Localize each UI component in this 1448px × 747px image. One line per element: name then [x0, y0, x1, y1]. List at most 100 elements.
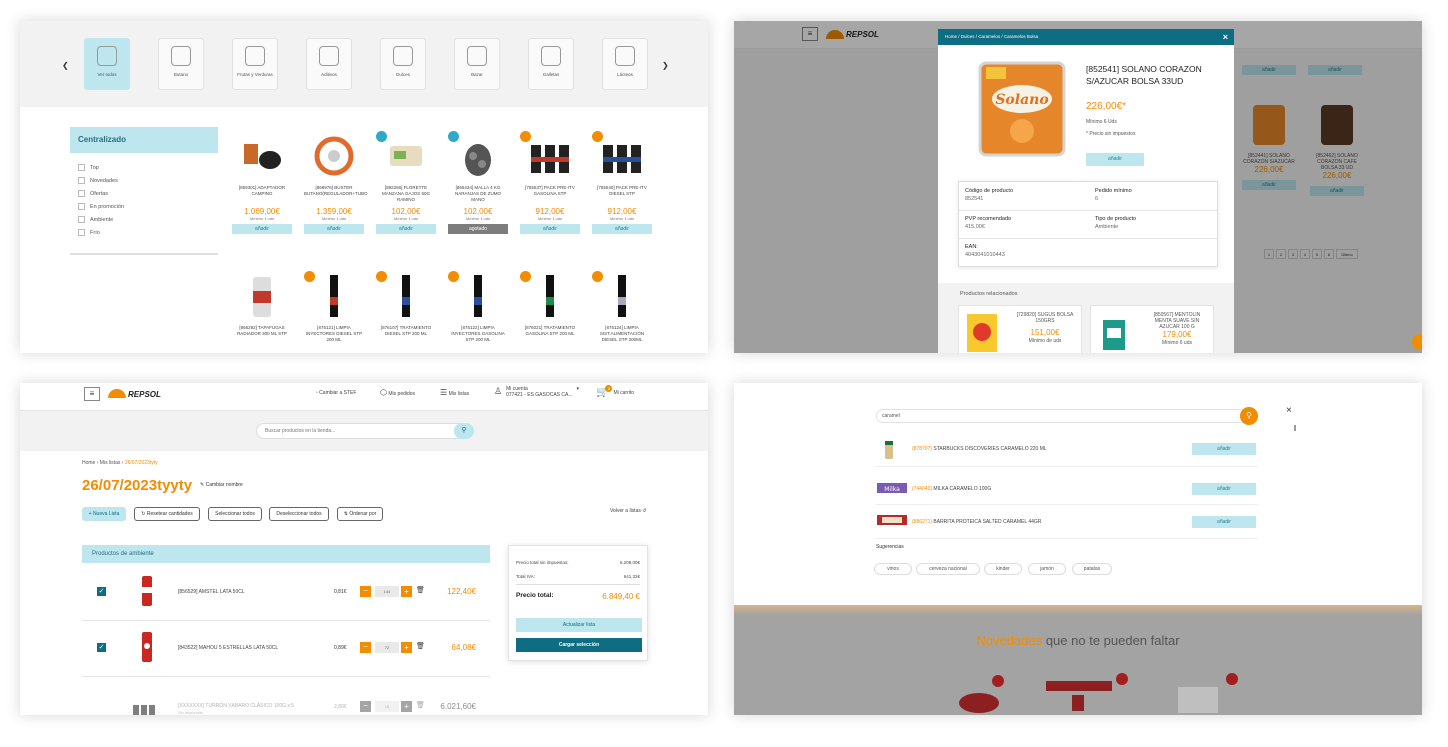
product-card[interactable]: [866292] TAPAFUGAS RADIADOR 300 ML STP: [232, 271, 292, 345]
quantity-input[interactable]: 72: [375, 642, 399, 653]
close-icon[interactable]: ×: [1286, 405, 1292, 416]
nav-cuenta[interactable]: ♙ Mi cuenta 077421 - ES GASOCAS CA... ▾: [494, 386, 579, 398]
search-result[interactable]: (886271) BARRITA PROTEICA SALTED CARAMEL…: [876, 507, 1258, 539]
category-frutas[interactable]: Frutas y Verduras: [232, 38, 278, 90]
category-butano[interactable]: Butano: [158, 38, 204, 90]
crumb-caramelos[interactable]: Caramelos: [978, 34, 1000, 39]
product-card[interactable]: [876107] TRATAMIENTO DIESEL STP 200 ML: [376, 271, 436, 345]
checkbox[interactable]: [78, 216, 85, 223]
section-header: Productos de ambiente: [82, 545, 490, 563]
close-icon[interactable]: ×: [1223, 29, 1228, 45]
nav-pedidos[interactable]: ⬡ Mis pedidos: [380, 388, 415, 397]
crumb-dulces[interactable]: Dulces: [961, 34, 975, 39]
category-bazar[interactable]: Bazar: [454, 38, 500, 90]
add-button[interactable]: añadir: [1192, 516, 1256, 528]
search-result[interactable]: (878707) STARBUCKS DISCOVERIES CARAMELO …: [876, 435, 1258, 467]
reset-quantities-button[interactable]: ↻ Resetear cantidades: [134, 507, 200, 521]
filter-top[interactable]: Top: [78, 161, 218, 174]
search-icon[interactable]: ⚲: [454, 423, 474, 439]
suggestion-chip[interactable]: cerveza nacional: [916, 563, 980, 575]
crumb-home[interactable]: Home: [945, 34, 957, 39]
category-galletas[interactable]: Galletas: [528, 38, 574, 90]
checkbox[interactable]: [78, 177, 85, 184]
checkbox[interactable]: [78, 190, 85, 197]
nav-listas[interactable]: ☰ Mis listas: [440, 388, 469, 397]
decrease-button[interactable]: −: [360, 642, 371, 653]
category-dulces[interactable]: Dulces: [380, 38, 426, 90]
add-button[interactable]: añadir: [1192, 483, 1256, 495]
product-card[interactable]: [876124] LIMPIA SIST.ALIMENTACIÓN DIESEL…: [592, 271, 652, 345]
back-to-lists-link[interactable]: Volver a listas ↺: [610, 508, 646, 514]
list-panel: ≡ REPSOL ▫ Cambiar a STEF ⬡ Mis pedidos …: [20, 383, 708, 715]
product-card[interactable]: [765540] PACK PRE-ITV DIESEL STP 912,00€…: [592, 131, 652, 234]
checkbox[interactable]: [78, 229, 85, 236]
product-card[interactable]: [876122] LIMPIA INYECTORES GASOLINA STP …: [448, 271, 508, 345]
filter-ambiente[interactable]: Ambiente: [78, 213, 218, 226]
trash-icon[interactable]: 🗑: [416, 642, 425, 650]
add-button[interactable]: añadir: [232, 224, 292, 234]
nav-carrito[interactable]: 🛒 0 Mi carrito: [596, 385, 634, 398]
product-card[interactable]: [859301] ADAPTADOR CAMPING 1.069,00€ Mín…: [232, 131, 292, 234]
deselect-all-button[interactable]: Deseleccionar todos: [269, 507, 329, 521]
decrease-button[interactable]: −: [360, 586, 371, 597]
category-ver-todos[interactable]: Ver todos: [84, 38, 130, 90]
trash-icon[interactable]: 🗑: [416, 586, 425, 594]
rename-link[interactable]: ✎ Cambiar nombre: [200, 482, 243, 488]
next-arrow-icon[interactable]: ❯: [662, 61, 669, 70]
add-button[interactable]: añadir: [592, 224, 652, 234]
suggestion-chip[interactable]: vinos: [874, 563, 912, 575]
filter-frio[interactable]: Frío: [78, 226, 218, 239]
related-section: Productos relacionados [729820] SUGUS BO…: [938, 283, 1234, 353]
product-card[interactable]: [892256] FLORETTE MANZANA GAJOS 60G RAMI…: [376, 131, 436, 234]
prev-arrow-icon[interactable]: ❮: [62, 61, 69, 70]
search-input[interactable]: caramel: [876, 409, 1258, 423]
select-all-button[interactable]: Seleccionar todos: [208, 507, 262, 521]
load-selection-button[interactable]: Cargar selección: [516, 638, 642, 652]
crumb-caramelos-bolsa[interactable]: Caramelos Bolsa: [1004, 34, 1038, 39]
row-checkbox[interactable]: ✓: [97, 643, 106, 652]
scrollbar[interactable]: [1294, 425, 1296, 431]
suggestion-chip[interactable]: jamón: [1028, 563, 1066, 575]
add-button[interactable]: añadir: [520, 224, 580, 234]
add-button[interactable]: añadir: [1192, 443, 1256, 455]
checkbox[interactable]: [78, 203, 85, 210]
category-lacteos[interactable]: Lácteos: [602, 38, 648, 90]
crumb-listas[interactable]: Mis listas: [100, 460, 121, 466]
update-list-button[interactable]: Actualizar lista: [516, 618, 642, 632]
filter-ofertas[interactable]: Ofertas: [78, 187, 218, 200]
filter-promocion[interactable]: En promoción: [78, 200, 218, 213]
list-row[interactable]: ✓ [843522] MAHOU 5 ESTRELLAS LATA 50CL 0…: [82, 621, 490, 677]
product-card[interactable]: [876121] LIMPIA INYECTORES DIESEL STP 20…: [304, 271, 364, 345]
search-input[interactable]: [256, 423, 472, 439]
increase-button[interactable]: +: [401, 642, 412, 653]
search-result[interactable]: Milka (744040) MILKA CARAMELO 100G añadi…: [876, 473, 1258, 505]
related-product[interactable]: [729820] SUGUS BOLSA 150GRS 151,00€ Míni…: [958, 305, 1082, 353]
suggestion-chip[interactable]: patatas: [1072, 563, 1112, 575]
category-aditivos[interactable]: Aditivos: [306, 38, 352, 90]
sort-button[interactable]: ⇅ Ordenar por: [337, 507, 383, 521]
product-card[interactable]: [876021] TRATAMIENTO GASOLINA STP 200 ML: [520, 271, 580, 345]
brand: REPSOL: [128, 390, 161, 399]
menu-icon[interactable]: ≡: [84, 387, 100, 401]
increase-button[interactable]: +: [401, 586, 412, 597]
row-checkbox[interactable]: ✓: [97, 587, 106, 596]
quantity-input[interactable]: 144: [375, 586, 399, 597]
related-product[interactable]: [850567] MENTOLIN MENTA SUAVE SIN AZUCAR…: [1090, 305, 1214, 353]
suggestion-chip[interactable]: kinder: [984, 563, 1022, 575]
add-button[interactable]: añadir: [376, 224, 436, 234]
product-card[interactable]: [865434] MALLA 4 KG NARANJAS DE ZUMO MAN…: [448, 131, 508, 234]
product-card[interactable]: [866976] BUSTER BUTANO(REGULADOR+TUBO 1.…: [304, 131, 368, 234]
search-icon[interactable]: ⚲: [1240, 407, 1258, 425]
floating-tab[interactable]: [1412, 334, 1422, 350]
filter-novedades[interactable]: Novedades: [78, 174, 218, 187]
add-button[interactable]: añadir: [304, 224, 364, 234]
new-list-button[interactable]: + Nueva Lista: [82, 507, 126, 521]
crumb-home[interactable]: Home: [82, 460, 95, 466]
related-product-image: [1103, 320, 1125, 350]
add-button[interactable]: añadir: [1086, 153, 1144, 166]
product-modal: Home / Dulces / Caramelos / Caramelos Bo…: [938, 29, 1234, 353]
nav-cambiar[interactable]: ▫ Cambiar a STEF: [316, 390, 356, 396]
checkbox[interactable]: [78, 164, 85, 171]
product-card[interactable]: [765537] PACK PRE-ITV GASOLINA STP 912,0…: [520, 131, 580, 234]
list-row[interactable]: ✓ [856529] AMSTEL LATA 50CL 0,81€ − 144 …: [82, 565, 490, 621]
